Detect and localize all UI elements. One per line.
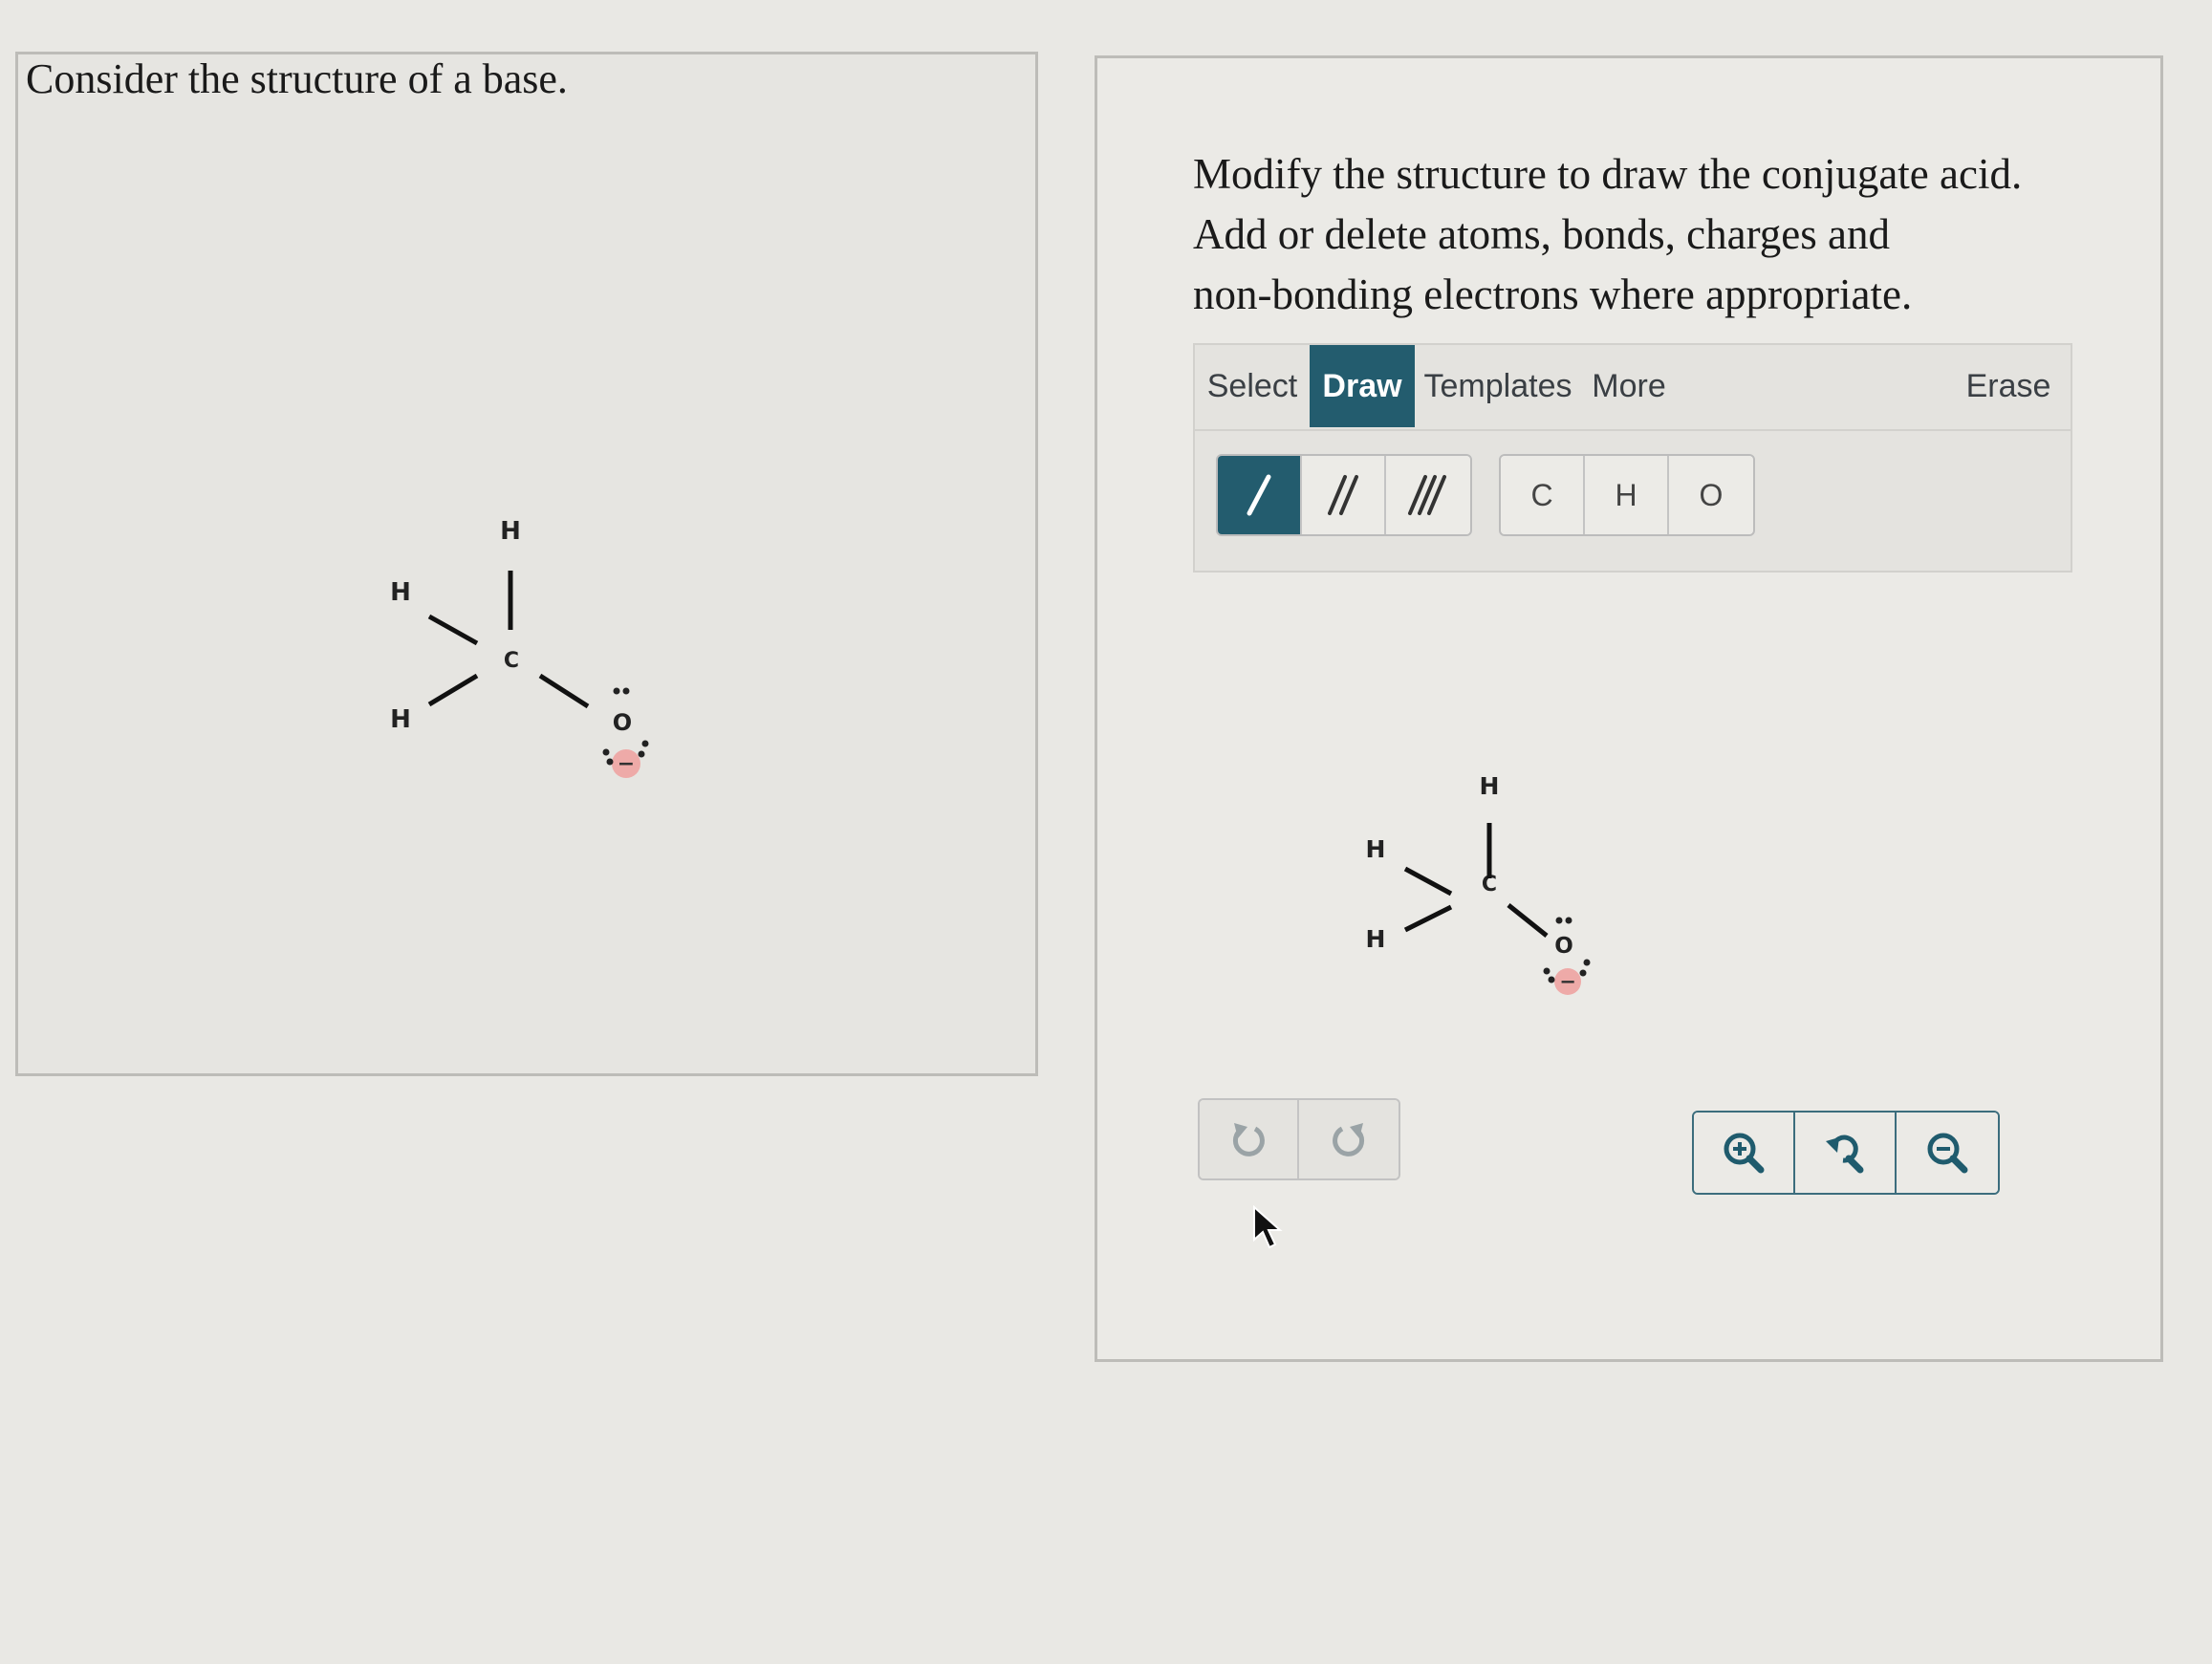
bond-c-h-lower	[427, 673, 479, 707]
tab-draw[interactable]: Draw	[1310, 345, 1415, 427]
history-controls	[1198, 1098, 1400, 1180]
instruction-line: Add or delete atoms, bonds, charges and	[1193, 210, 1890, 258]
double-bond-icon	[1328, 475, 1358, 515]
atom-h-top[interactable]: H	[1480, 772, 1500, 800]
bond-c-o	[538, 673, 590, 709]
atom-oxygen[interactable]: O	[1554, 934, 1573, 959]
redo-button[interactable]	[1299, 1100, 1399, 1178]
single-bond-button[interactable]	[1218, 456, 1302, 534]
drawing-toolbar: Select Draw Templates More Erase C H O	[1193, 343, 2072, 573]
atom-h-lower-left[interactable]: H	[1366, 925, 1386, 953]
atom-h-lower-left: H	[390, 705, 411, 734]
atom-hydrogen-button[interactable]: H	[1585, 456, 1669, 534]
tab-select[interactable]: Select	[1199, 345, 1306, 427]
question-panel: Consider the structure of a base. H H H …	[15, 52, 1038, 1076]
editable-structure[interactable]: H H H C O −	[1317, 766, 1623, 1071]
negative-charge-symbol: −	[618, 752, 635, 776]
zoom-controls	[1692, 1111, 2000, 1195]
toolbar-tabs: Select Draw Templates More Erase	[1195, 345, 2071, 431]
triple-bond-icon	[1408, 475, 1446, 515]
instructions: Modify the structure to draw the conjuga…	[1193, 144, 2111, 325]
atom-oxygen: O	[613, 709, 632, 736]
negative-charge-symbol: −	[1559, 970, 1576, 993]
mouse-cursor	[1253, 1205, 1283, 1249]
question-text: Consider the structure of a base.	[26, 55, 568, 102]
atom-oxygen-button[interactable]: O	[1669, 456, 1753, 534]
zoom-out-icon	[1927, 1133, 1968, 1174]
atom-tool-group: C H O	[1499, 454, 1755, 536]
answer-panel: Modify the structure to draw the conjuga…	[1095, 55, 2163, 1362]
atom-carbon: C	[504, 649, 519, 673]
bond-tool-group	[1216, 454, 1472, 536]
atom-h-upper-left[interactable]: H	[1366, 835, 1386, 863]
bond-c-o[interactable]	[1507, 903, 1549, 938]
instruction-line: non-bonding electrons where appropriate.	[1193, 270, 1913, 318]
bond-c-h-upper[interactable]	[1403, 866, 1453, 897]
zoom-in-button[interactable]	[1694, 1113, 1795, 1193]
erase-button[interactable]: Erase	[1956, 345, 2061, 427]
zoom-out-button[interactable]	[1897, 1113, 1998, 1193]
atom-h-top: H	[500, 517, 521, 546]
instruction-line: Modify the structure to draw the conjuga…	[1193, 150, 2023, 198]
undo-button[interactable]	[1200, 1100, 1299, 1178]
base-structure: H H H C O −	[390, 517, 649, 778]
single-bond-icon	[1247, 474, 1271, 516]
undo-icon	[1232, 1123, 1265, 1156]
atom-h-upper-left: H	[390, 578, 411, 607]
redo-icon	[1333, 1123, 1365, 1156]
tab-templates[interactable]: Templates	[1419, 345, 1577, 427]
double-bond-button[interactable]	[1302, 456, 1386, 534]
bond-c-h-upper	[427, 614, 479, 646]
tab-more[interactable]: More	[1581, 345, 1677, 427]
triple-bond-button[interactable]	[1386, 456, 1470, 534]
zoom-reset-button[interactable]	[1795, 1113, 1897, 1193]
zoom-reset-icon	[1826, 1135, 1864, 1174]
zoom-in-icon	[1724, 1133, 1765, 1174]
atom-carbon-button[interactable]: C	[1501, 456, 1585, 534]
bond-c-h-lower[interactable]	[1403, 904, 1453, 933]
